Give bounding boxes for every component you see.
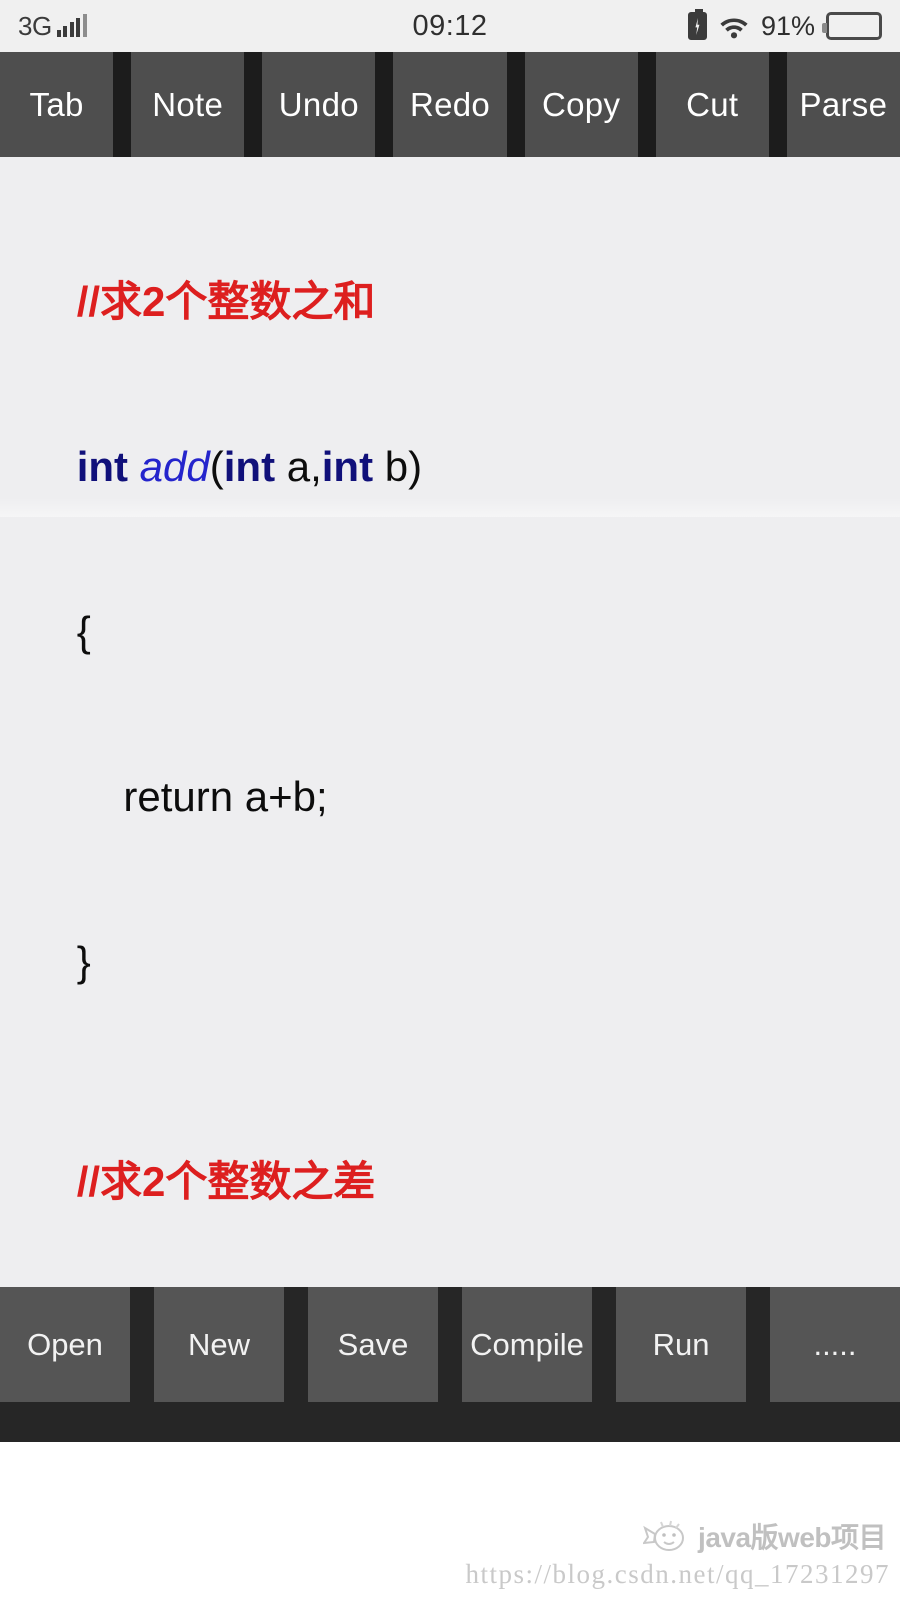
code-line: int add(int a,int b) — [30, 384, 900, 549]
brace-close-token: } — [76, 938, 91, 985]
code-line: return a+b; — [30, 714, 900, 879]
param-a: a, — [275, 443, 322, 490]
keyword-token: int — [76, 443, 128, 490]
keyword-token: int — [223, 443, 276, 490]
status-bar: 3G 09:12 91% — [0, 0, 900, 52]
watermark-label: java版web项目 — [698, 1522, 886, 1553]
tab-button[interactable]: Tab — [0, 52, 114, 157]
battery-percentage-label: 91% — [760, 10, 815, 41]
copy-button[interactable]: Copy — [524, 52, 638, 157]
battery-icon — [822, 12, 882, 40]
param-b: b) — [373, 443, 423, 490]
new-button[interactable]: New — [154, 1287, 284, 1402]
compile-button[interactable]: Compile — [462, 1287, 592, 1402]
status-bar-right: 91% — [687, 9, 882, 42]
more-button[interactable]: ..... — [770, 1287, 900, 1402]
save-button[interactable]: Save — [308, 1287, 438, 1402]
code-line: { — [30, 549, 900, 714]
watermark: java版web项目 — [642, 1516, 886, 1556]
open-button[interactable]: Open — [0, 1287, 130, 1402]
function-name-token: add — [139, 443, 210, 490]
code-line: //求2个整数之和 — [30, 219, 900, 384]
brace-open-token: { — [76, 608, 91, 655]
watermark-url: https://blog.csdn.net/qq_17231297 — [465, 1559, 890, 1589]
bottom-toolbar: Open New Save Compile Run ..... — [0, 1287, 900, 1442]
footer: java版web项目 https://blog.csdn.net/qq_1723… — [0, 1442, 900, 1600]
charging-battery-icon — [687, 9, 707, 40]
note-button[interactable]: Note — [131, 52, 245, 157]
undo-button[interactable]: Undo — [262, 52, 376, 157]
comment-token: //求2个整数之差 — [76, 1158, 376, 1205]
cut-button[interactable]: Cut — [655, 52, 769, 157]
code-line: int sub(int a,int b) — [30, 1264, 900, 1287]
comment-token: //求2个整数之和 — [76, 278, 376, 325]
code-editor[interactable]: //求2个整数之和 int add(int a,int b) { return … — [0, 157, 900, 1287]
redo-button[interactable]: Redo — [393, 52, 507, 157]
mascot-icon — [642, 1516, 689, 1556]
wifi-icon — [718, 13, 750, 39]
keyword-token: int — [321, 443, 374, 490]
code-line: //求2个整数之差 — [30, 1099, 900, 1264]
parse-button[interactable]: Parse — [786, 52, 900, 157]
run-button[interactable]: Run — [616, 1287, 746, 1402]
signature-open-paren: ( — [209, 443, 224, 490]
return-statement: return a+b; — [76, 773, 328, 820]
code-line: } — [30, 879, 900, 1044]
top-toolbar: Tab Note Undo Redo Copy Cut Parse — [0, 52, 900, 157]
